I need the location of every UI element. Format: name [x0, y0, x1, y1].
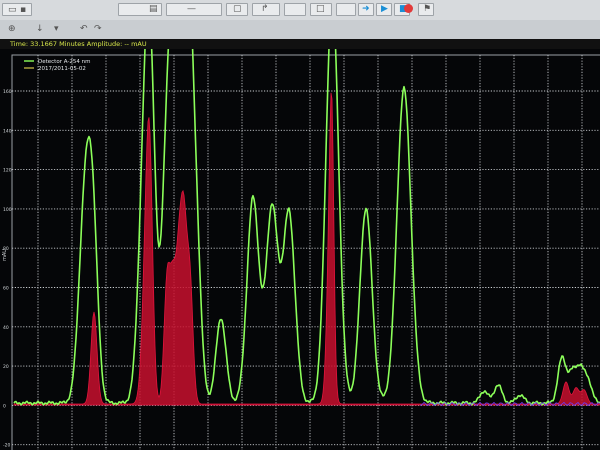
play-button[interactable]: ▶ — [376, 3, 392, 16]
toolbar-button-2[interactable]: — — [166, 3, 222, 16]
main-toolbar: ▭ ▪ ▤ — ▢ ↱ □ ➜ ▶ ■ ⚑ — [0, 0, 600, 21]
chromatogram-plot: 160 140 120 100 80 60 40 20 0 -20 mAU Detector A-… — [0, 0, 600, 450]
open-button[interactable]: ▭ ▪ — [2, 3, 32, 16]
document-icon: ▤ — [149, 4, 158, 14]
y-axis-unit: mAU — [2, 249, 8, 261]
next-arrow-icon: ➜ — [362, 4, 370, 14]
pointer-icon: ↱ — [261, 4, 269, 14]
dash-icon: — — [187, 4, 196, 14]
flag-icon: ⚑ — [423, 4, 432, 14]
toolbar-button-6[interactable]: □ — [310, 3, 332, 16]
undo-icon[interactable]: ↶ — [80, 24, 88, 34]
y-tick-label: 0 — [3, 403, 6, 409]
chromatogram-window: ▭ ▪ ▤ — ▢ ↱ □ ➜ ▶ ■ ⚑ — [0, 0, 600, 450]
legend-label-detector: Detector A-254 nm — [38, 59, 90, 65]
box-icon: □ — [316, 4, 325, 14]
dropdown-icon[interactable]: ▾ — [54, 24, 59, 34]
redo-icon[interactable]: ↷ — [94, 24, 102, 34]
y-tick-label: 140 — [3, 128, 12, 134]
cursor-readout: Time: 33.1667 Minutes Amplitude: -- mAU — [10, 40, 147, 48]
chromatogram-svg: 160140120100806040200-20 mAU Detector A-… — [0, 0, 600, 450]
legend-label-date: 2017/2011-05-02 — [38, 66, 86, 72]
toolbar-button-7[interactable] — [336, 3, 356, 16]
secondary-toolbar: ⊕ ↓ ▾ ↶ ↷ — [0, 20, 600, 40]
marker-icon[interactable]: ↓ — [36, 24, 44, 34]
record-icon — [404, 4, 413, 13]
folder-icon: ▭ — [8, 5, 17, 15]
toolbar-button-5[interactable] — [284, 3, 306, 16]
toolbar-button-1[interactable]: ▤ — [118, 3, 162, 16]
y-tick-label: 160 — [3, 89, 12, 95]
toolbar-button-3[interactable]: ▢ — [226, 3, 248, 16]
record-button[interactable] — [400, 3, 418, 16]
y-tick-label: 120 — [3, 168, 12, 174]
y-tick-label: 100 — [3, 207, 12, 213]
save-icon: ▪ — [20, 5, 27, 15]
y-tick-label: 20 — [3, 364, 9, 370]
status-bar: Time: 33.1667 Minutes Amplitude: -- mAU — [0, 39, 600, 49]
y-tick-label: -20 — [3, 443, 10, 449]
next-button[interactable]: ➜ — [358, 3, 374, 16]
settings-icon[interactable]: ⊕ — [8, 24, 16, 34]
crop-icon: ▢ — [233, 4, 242, 14]
y-tick-label: 60 — [3, 286, 9, 292]
toolbar-button-8[interactable]: ⚑ — [418, 3, 434, 16]
toolbar-button-4[interactable]: ↱ — [252, 3, 280, 16]
y-tick-label: 40 — [3, 325, 9, 331]
play-icon: ▶ — [381, 4, 388, 14]
